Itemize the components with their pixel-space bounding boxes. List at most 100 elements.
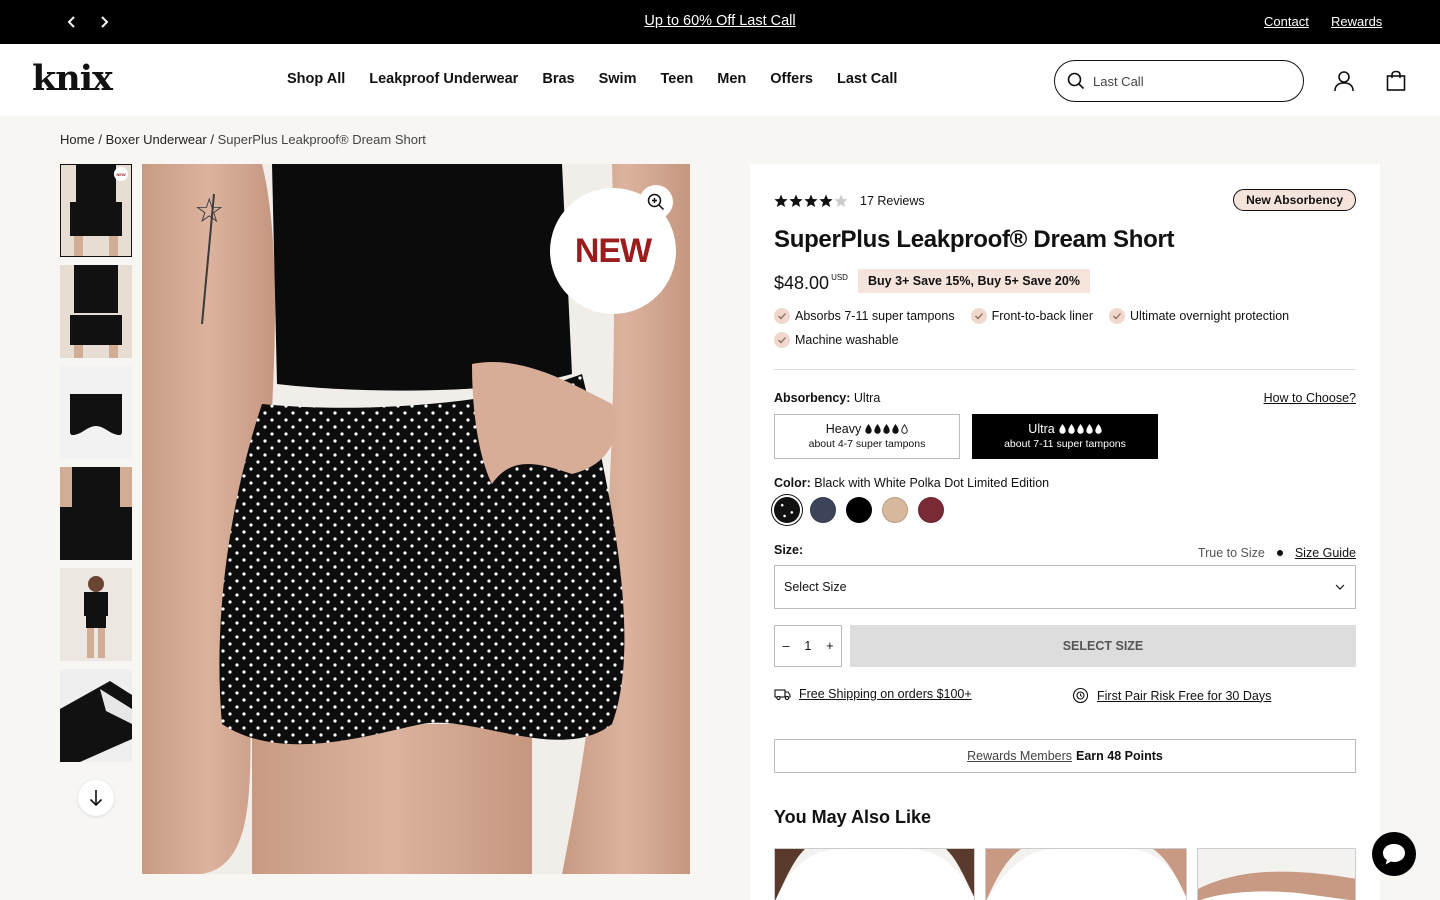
announcement-bar: Up to 60% Off Last Call Contact Rewards — [0, 0, 1440, 44]
rewards-link[interactable]: Rewards — [1331, 14, 1382, 29]
drop-icon — [1086, 424, 1093, 434]
main-nav: Shop All Leakproof Underwear Bras Swim T… — [287, 71, 897, 87]
chat-bubble-icon — [1383, 844, 1405, 865]
nav-swim[interactable]: Swim — [599, 71, 637, 87]
color-swatch[interactable] — [810, 497, 836, 523]
main-product-image[interactable]: ☆ NEW — [142, 164, 690, 874]
product-thumbnail[interactable] — [60, 568, 132, 661]
feature-text: Front-to-back liner — [991, 309, 1094, 323]
absorbency-option-ultra[interactable]: Ultra about 7-11 super tampons — [972, 414, 1158, 459]
feature-text: Machine washable — [795, 333, 899, 347]
feature-item: Front-to-back liner — [970, 308, 1094, 324]
nav-bras[interactable]: Bras — [542, 71, 574, 87]
check-icon — [1109, 308, 1126, 324]
absorbency-label: Absorbency: Ultra — [774, 391, 880, 405]
bundle-promo: Buy 3+ Save 15%, Buy 5+ Save 20% — [858, 269, 1090, 293]
recommended-product-card[interactable] — [985, 848, 1187, 900]
nav-leakproof-underwear[interactable]: Leakproof Underwear — [369, 71, 518, 87]
zoom-in-icon — [647, 193, 665, 211]
feature-item: Ultimate overnight protection — [1109, 308, 1289, 324]
recommended-product-image — [1198, 849, 1355, 900]
risk-free-link[interactable]: First Pair Risk Free for 30 Days — [1097, 689, 1271, 703]
thumbnail-image — [60, 467, 132, 560]
risk-free-perk: First Pair Risk Free for 30 Days — [1072, 687, 1271, 704]
size-guide-link[interactable]: Size Guide — [1295, 546, 1356, 560]
rewards-members-link[interactable]: Rewards Members — [967, 749, 1072, 763]
announcement-promo-link[interactable]: Up to 60% Off Last Call — [644, 13, 795, 29]
color-value: Black with White Polka Dot Limited Editi… — [814, 476, 1050, 490]
product-thumbnail[interactable] — [60, 265, 132, 358]
site-header: knix Shop All Leakproof Underwear Bras S… — [0, 44, 1440, 116]
nav-men[interactable]: Men — [717, 71, 746, 87]
drop-icons — [865, 424, 908, 434]
quantity-stepper: – 1 + — [774, 625, 842, 667]
color-swatch[interactable] — [774, 497, 800, 523]
drop-icon — [1059, 424, 1066, 434]
nav-shop-all[interactable]: Shop All — [287, 71, 345, 87]
breadcrumb-boxer-underwear[interactable]: Boxer Underwear — [106, 132, 207, 147]
color-swatch[interactable] — [918, 497, 944, 523]
color-swatches — [774, 497, 944, 523]
price-currency: USD — [831, 273, 848, 282]
brand-logo[interactable]: knix — [32, 58, 113, 99]
recommended-product-card[interactable] — [774, 848, 975, 900]
chevron-down-icon — [1335, 584, 1345, 590]
color-swatch[interactable] — [846, 497, 872, 523]
color-label-key: Color: — [774, 476, 811, 490]
search-bar[interactable] — [1054, 60, 1304, 102]
check-icon — [970, 308, 987, 324]
size-select[interactable]: Select Size — [774, 565, 1356, 609]
add-to-cart-button[interactable]: SELECT SIZE — [850, 625, 1356, 667]
recommended-product-card[interactable] — [1197, 848, 1356, 900]
color-label: Color: Black with White Polka Dot Limite… — [774, 476, 1049, 490]
truck-icon — [774, 689, 791, 701]
risk-free-icon — [1072, 687, 1089, 704]
quantity-decrease-button[interactable]: – — [782, 639, 789, 653]
contact-link[interactable]: Contact — [1264, 14, 1309, 29]
cart-button[interactable] — [1383, 68, 1409, 94]
thumbnail-list: NEW — [60, 164, 132, 770]
product-thumbnail[interactable] — [60, 467, 132, 560]
breadcrumb-separator: / — [98, 132, 102, 147]
zoom-button[interactable] — [639, 185, 673, 219]
rewards-points: Earn 48 Points — [1076, 749, 1163, 763]
breadcrumb-home[interactable]: Home — [60, 132, 95, 147]
shopping-bag-icon — [1386, 70, 1406, 91]
check-icon — [774, 308, 790, 324]
search-input[interactable] — [1093, 73, 1283, 89]
size-select-value: Select Size — [784, 580, 847, 594]
drop-icon — [1077, 424, 1084, 434]
reviews-link[interactable]: 17 Reviews — [860, 194, 925, 208]
product-thumbnail[interactable] — [60, 366, 132, 459]
color-swatch[interactable] — [882, 497, 908, 523]
nav-offers[interactable]: Offers — [770, 71, 813, 87]
chat-button[interactable] — [1372, 832, 1416, 876]
svg-text:NEW: NEW — [116, 172, 126, 177]
nav-teen[interactable]: Teen — [660, 71, 693, 87]
absorbency-label-key: Absorbency: — [774, 391, 851, 405]
free-shipping-link[interactable]: Free Shipping on orders $100+ — [799, 687, 972, 701]
account-button[interactable] — [1331, 68, 1357, 94]
price-amount: $48.00 — [774, 273, 830, 293]
fit-text: True to Size — [1197, 546, 1265, 560]
announcement-next-button[interactable] — [94, 12, 114, 32]
quantity-increase-button[interactable]: + — [826, 639, 833, 653]
thumbnail-image — [60, 366, 132, 459]
absorbency-option-name: Heavy — [825, 422, 862, 436]
product-thumbnail[interactable] — [60, 669, 132, 762]
absorbency-option-desc: about 4-7 super tampons — [808, 438, 926, 450]
nav-last-call[interactable]: Last Call — [837, 71, 897, 87]
chevron-left-icon — [67, 16, 75, 28]
thumbnail-scroll-down-button[interactable] — [78, 780, 114, 816]
how-to-choose-link[interactable]: How to Choose? — [1264, 391, 1356, 405]
announcement-prev-button[interactable] — [62, 12, 82, 32]
quantity-value[interactable]: 1 — [804, 639, 811, 653]
absorbency-option-heavy[interactable]: Heavy about 4-7 super tampons — [774, 414, 960, 459]
drop-icon — [865, 424, 872, 434]
thumbnail-image — [60, 265, 132, 358]
bullet-dot — [1276, 550, 1283, 556]
breadcrumb-current: SuperPlus Leakproof® Dream Short — [217, 132, 426, 147]
size-label: Size: — [774, 543, 804, 557]
rewards-box: Rewards Members Earn 48 Points — [774, 739, 1356, 773]
product-thumbnail[interactable]: NEW — [60, 164, 132, 257]
